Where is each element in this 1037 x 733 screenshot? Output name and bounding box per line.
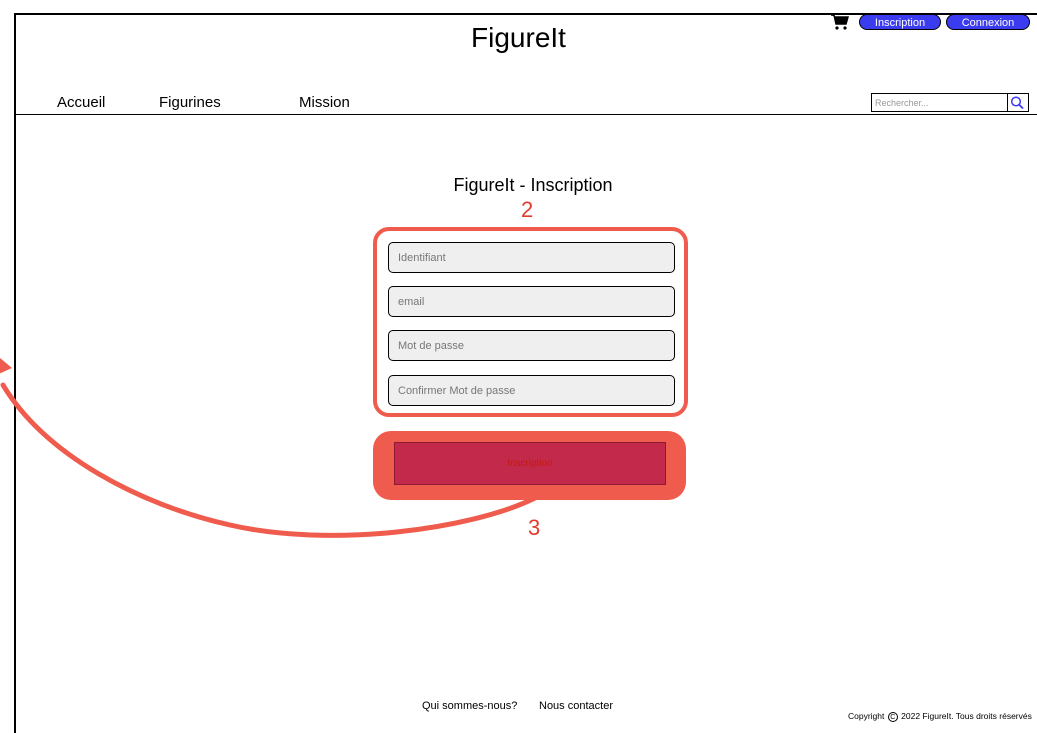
nav-item-figurines[interactable]: Figurines (159, 94, 221, 111)
password-field[interactable] (388, 330, 675, 361)
footer-link-about[interactable]: Qui sommes-nous? (422, 700, 517, 712)
confirm-password-field[interactable] (388, 375, 675, 406)
copyright-text: Copyright C 2022 FigureIt. Tous droits r… (848, 711, 1032, 722)
search-box (871, 93, 1029, 112)
search-icon (1010, 96, 1024, 110)
search-button[interactable] (1007, 94, 1028, 111)
identifiant-field[interactable] (388, 242, 675, 273)
cart-icon[interactable] (830, 13, 850, 31)
annotation-number-2: 2 (521, 197, 534, 222)
header-inscription-button[interactable]: Inscription (859, 14, 941, 30)
header-connexion-button[interactable]: Connexion (946, 14, 1030, 30)
annotation-number-3: 3 (528, 515, 541, 540)
header-divider (15, 114, 1037, 115)
nav-item-accueil[interactable]: Accueil (57, 94, 105, 111)
nav-item-mission[interactable]: Mission (299, 94, 350, 111)
footer-link-contact[interactable]: Nous contacter (539, 700, 613, 712)
copyright-suffix: 2022 FigureIt. Tous droits réservés (901, 711, 1032, 721)
email-field[interactable] (388, 286, 675, 317)
search-input[interactable] (872, 94, 1014, 111)
copyright-prefix: Copyright (848, 711, 885, 721)
form-title: FigureIt - Inscription (453, 175, 613, 195)
inscription-submit-button[interactable]: Inscription (394, 442, 666, 485)
copyright-symbol: C (887, 711, 898, 722)
